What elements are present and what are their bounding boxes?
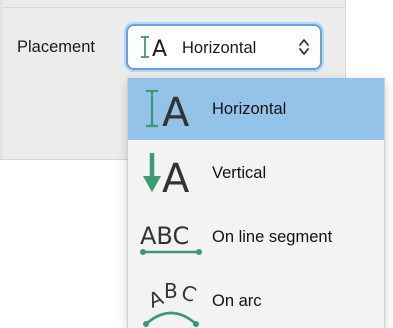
glyph-a: A (162, 156, 190, 200)
menu-item-on-arc[interactable]: A B C On arc (128, 270, 384, 328)
placement-select[interactable]: A Horizontal (126, 24, 322, 70)
text-on-arc-icon: A B C (134, 274, 206, 328)
menu-item-label: Horizontal (212, 100, 287, 118)
text-on-line-segment-icon: ABC (134, 210, 206, 264)
text-vertical-icon: A (134, 146, 206, 202)
panel-divider (0, 0, 346, 8)
text-horizontal-icon: A (134, 82, 206, 136)
menu-item-vertical[interactable]: A Vertical (128, 142, 384, 204)
panel-edge (0, 0, 3, 159)
glyph-a: A (152, 37, 167, 60)
svg-text:B: B (164, 279, 178, 303)
menu-item-horizontal[interactable]: A Horizontal (128, 78, 384, 140)
menu-item-on-line-segment[interactable]: ABC On line segment (128, 206, 384, 268)
placement-dropdown-menu: A Horizontal A Vertical ABC On line segm… (127, 78, 385, 328)
placement-select-value: Horizontal (182, 39, 257, 57)
glyph-a: A (162, 90, 190, 136)
placement-label: Placement (17, 38, 95, 56)
menu-item-label: Vertical (212, 164, 267, 182)
menu-item-label: On arc (212, 292, 262, 310)
chevron-up-down-icon (298, 37, 310, 57)
menu-item-label: On line segment (212, 228, 333, 246)
svg-text:C: C (178, 280, 199, 307)
glyph-abc: ABC (140, 222, 189, 250)
text-horizontal-icon: A (137, 34, 167, 62)
